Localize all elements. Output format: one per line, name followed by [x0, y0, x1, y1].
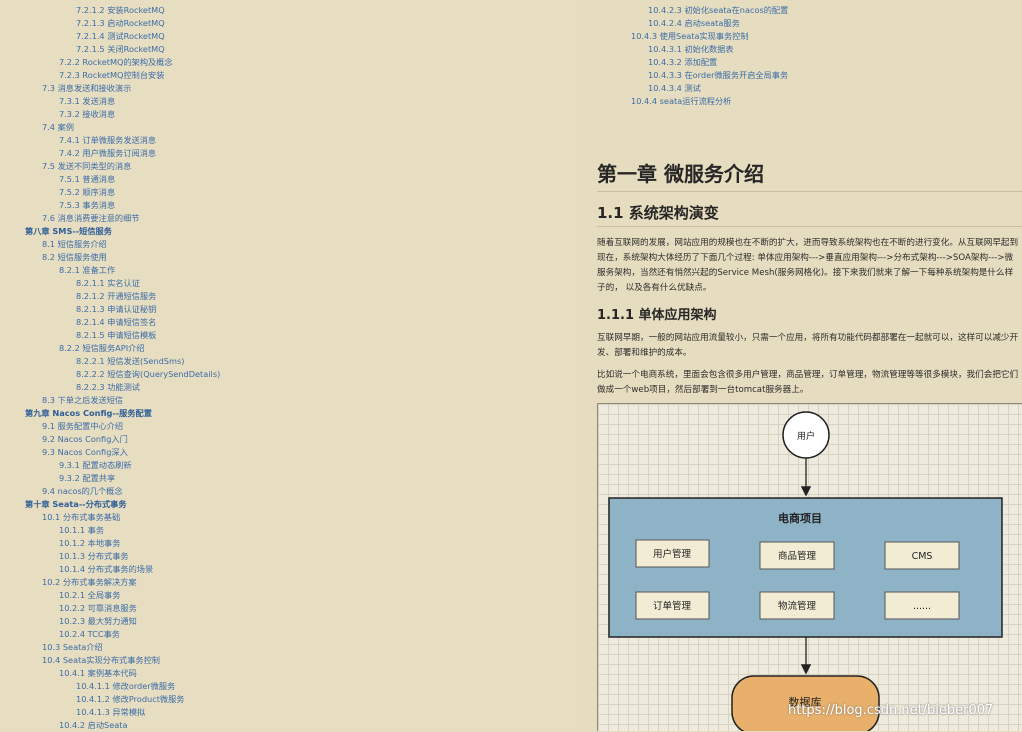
section-title: 1.1 系统架构演变 [597, 204, 719, 222]
toc-link[interactable]: 7.4.2 用户微服务订阅消息 [59, 148, 156, 158]
toc-link[interactable]: 8.2.1.4 申请短信签名 [76, 317, 156, 327]
toc-link[interactable]: 10.4.1 案例基本代码 [59, 668, 137, 678]
toc-link[interactable]: 9.1 服务配置中心介绍 [42, 421, 123, 431]
toc-link[interactable]: 10.2.1 全局事务 [59, 590, 120, 600]
toc-link[interactable]: 9.3.1 配置动态刷新 [59, 460, 132, 470]
toc-link[interactable]: 8.2 短信服务使用 [42, 252, 107, 262]
user-label: 用户 [797, 430, 815, 442]
toc-left: 7.2.1.2 安装RocketMQ 7.2.1.3 启动RocketMQ 7.2.… [0, 4, 220, 732]
toc-link[interactable]: 9.4 nacos的几个概念 [42, 486, 123, 496]
toc-link[interactable]: 9.2 Nacos Config入门 [42, 434, 128, 444]
toc-link[interactable]: 10.4.2 启动Seata [59, 720, 128, 730]
toc-link[interactable]: 10.4.1.1 修改order微服务 [76, 681, 175, 691]
toc-link[interactable]: 10.4.1.3 异常模拟 [76, 707, 145, 717]
module-label: 订单管理 [653, 600, 692, 612]
chapter-title: 第一章 微服务介绍 [597, 162, 764, 186]
toc-link[interactable]: 10.4.2.4 启动seata服务 [648, 18, 740, 28]
module-label: ...... [913, 601, 931, 612]
toc-link[interactable]: 10.1.3 分布式事务 [59, 551, 129, 561]
toc-link[interactable]: 10.2.2 可靠消息服务 [59, 603, 137, 613]
toc-link[interactable]: 10.1 分布式事务基础 [42, 512, 120, 522]
toc-link[interactable]: 7.6 消息消费要注意的细节 [42, 213, 140, 223]
toc-link[interactable]: 10.2 分布式事务解决方案 [42, 577, 137, 587]
toc-link[interactable]: 9.3 Nacos Config深入 [42, 447, 128, 457]
toc-link[interactable]: 8.3 下单之后发送短信 [42, 395, 123, 405]
toc-link[interactable]: 8.2.1.1 实名认证 [76, 278, 140, 288]
section-divider [597, 226, 1022, 227]
toc-link[interactable]: 10.3 Seata介绍 [42, 642, 103, 652]
toc-link[interactable]: 7.5.1 普通消息 [59, 174, 115, 184]
toc-link[interactable]: 10.2.4 TCC事务 [59, 629, 120, 639]
toc-link[interactable]: 7.2.2 RocketMQ的架构及概念 [59, 57, 173, 67]
toc-link[interactable]: 7.3 消息发送和接收演示 [42, 83, 131, 93]
intro-paragraph: 随着互联网的发展，网站应用的规模也在不断的扩大，进而导致系统架构也在不断的进行变… [597, 238, 1019, 293]
toc-link[interactable]: 7.2.1.5 关闭RocketMQ [76, 44, 165, 54]
toc-chapter-link[interactable]: 第十章 Seata--分布式事务 [25, 499, 127, 509]
toc-link[interactable]: 8.2.1.3 申请认证秘钥 [76, 304, 156, 314]
subsection-title: 1.1.1 单体应用架构 [597, 308, 717, 323]
toc-link[interactable]: 9.3.2 配置共享 [59, 473, 115, 483]
toc-link[interactable]: 10.1.1 事务 [59, 525, 104, 535]
toc-link[interactable]: 7.5 发送不同类型的消息 [42, 161, 131, 171]
toc-link[interactable]: 10.2.3 最大努力通知 [59, 616, 137, 626]
toc-link[interactable]: 7.2.1.2 安装RocketMQ [76, 5, 165, 15]
toc-link[interactable]: 7.4 案例 [42, 122, 74, 132]
toc-link[interactable]: 7.2.3 RocketMQ控制台安装 [59, 70, 164, 80]
module-label: 商品管理 [778, 550, 817, 562]
module-label: 物流管理 [778, 600, 817, 612]
module-label: 用户管理 [653, 548, 692, 560]
module-label: CMS [912, 551, 933, 562]
toc-link[interactable]: 10.1.2 本地事务 [59, 538, 120, 548]
toc-link[interactable]: 8.2.2.1 短信发送(SendSms) [76, 356, 184, 366]
diagram-svg: 用户 电商项目 用户管理 商品管理 CMS 订单管理 物流管理 ...... 数… [608, 411, 1003, 731]
watermark: https://blog.csdn.net/bieber007 [788, 703, 994, 718]
toc-link[interactable]: 10.4.2.3 初始化seata在nacos的配置 [648, 5, 788, 15]
toc-left-page: 7.2.1.2 安装RocketMQ 7.2.1.3 启动RocketMQ 7.2.… [0, 0, 580, 730]
toc-link[interactable]: 8.2.1 准备工作 [59, 265, 115, 275]
paragraph-3: 比如说一个电商系统，里面会包含很多用户管理，商品管理，订单管理，物流管理等等很多… [597, 370, 1019, 395]
monolith-architecture-diagram: 用户 电商项目 用户管理 商品管理 CMS 订单管理 物流管理 ...... 数… [597, 403, 1022, 731]
project-label: 电商项目 [778, 511, 822, 525]
toc-link[interactable]: 10.4.3.3 在order微服务开启全局事务 [648, 70, 788, 80]
toc-link[interactable]: 10.4.4 seata运行流程分析 [631, 96, 731, 106]
toc-link[interactable]: 10.4 Seata实现分布式事务控制 [42, 655, 160, 665]
toc-link[interactable]: 8.1 短信服务介绍 [42, 239, 107, 249]
toc-link[interactable]: 10.1.4 分布式事务的场景 [59, 564, 153, 574]
toc-chapter-link[interactable]: 第九章 Nacos Config--服务配置 [25, 408, 152, 418]
toc-link[interactable]: 8.2.1.5 申请短信模板 [76, 330, 156, 340]
chapter-divider [597, 191, 1022, 192]
toc-link[interactable]: 7.4.1 订单微服务发送消息 [59, 135, 156, 145]
toc-link[interactable]: 7.5.2 顺序消息 [59, 187, 115, 197]
toc-right: 10.4.2.3 初始化seata在nacos的配置 10.4.2.4 启动sea… [580, 4, 788, 108]
toc-link[interactable]: 7.5.3 事务消息 [59, 200, 115, 210]
paragraph-2: 互联网早期，一般的网站应用流量较小，只需一个应用，将所有功能代码都部署在一起就可… [597, 333, 1019, 358]
toc-link[interactable]: 8.2.2 短信服务API介绍 [59, 343, 145, 353]
toc-link[interactable]: 7.3.1 发送消息 [59, 96, 115, 106]
toc-link[interactable]: 10.4.1.2 修改Product微服务 [76, 694, 184, 704]
toc-link[interactable]: 7.2.1.4 测试RocketMQ [76, 31, 165, 41]
toc-link[interactable]: 8.2.2.3 功能测试 [76, 382, 140, 392]
toc-link[interactable]: 8.2.1.2 开通短信服务 [76, 291, 156, 301]
toc-link[interactable]: 10.4.3.1 初始化数据表 [648, 44, 734, 54]
toc-link[interactable]: 10.4.3 使用Seata实现事务控制 [631, 31, 749, 41]
toc-link[interactable]: 10.4.3.2 添加配置 [648, 57, 717, 67]
toc-link[interactable]: 7.3.2 接收消息 [59, 109, 115, 119]
toc-chapter-link[interactable]: 第八章 SMS--短信服务 [25, 226, 112, 236]
toc-link[interactable]: 8.2.2.2 短信查询(QuerySendDetails) [76, 369, 220, 379]
toc-link[interactable]: 7.2.1.3 启动RocketMQ [76, 18, 165, 28]
toc-link[interactable]: 10.4.3.4 测试 [648, 83, 701, 93]
